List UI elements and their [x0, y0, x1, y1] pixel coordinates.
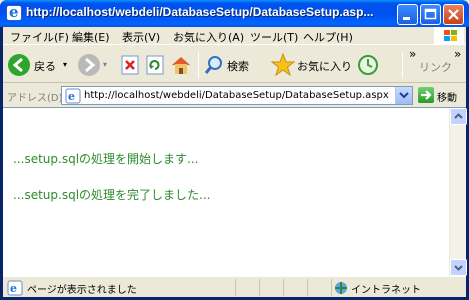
favorites-star-icon — [271, 53, 295, 77]
menu-edit[interactable]: 編集(E) — [72, 29, 110, 45]
menu-tools[interactable]: ツール(T) — [250, 29, 298, 45]
window-client: ファイル(F) 編集(E) 表示(V) お気に入り(A) ツール(T) ヘルプ(… — [3, 27, 467, 297]
links-overflow-chevron[interactable]: » — [454, 47, 461, 61]
stop-button[interactable] — [120, 51, 142, 79]
refresh-button[interactable] — [145, 51, 167, 79]
close-icon — [448, 9, 459, 20]
status-pane-divider — [307, 279, 308, 296]
window-title: http://localhost/webdeli/DatabaseSetup/D… — [26, 5, 374, 19]
forward-dropdown-icon[interactable]: ▾ — [103, 60, 107, 69]
back-label: 戻る — [34, 60, 56, 73]
toolbar-separator — [402, 52, 403, 78]
maximize-button[interactable] — [420, 4, 441, 25]
chevron-up-icon — [454, 113, 463, 119]
home-icon — [172, 57, 190, 74]
back-button[interactable]: 戻る ▾ — [7, 51, 71, 79]
menu-file[interactable]: ファイル(F) — [10, 29, 69, 45]
chevron-down-icon — [399, 92, 409, 99]
address-input[interactable]: e http://localhost/webdeli/DatabaseSetup… — [61, 86, 413, 105]
address-dropdown-button[interactable] — [395, 87, 412, 104]
status-pane-divider — [259, 279, 260, 296]
toolbar-separator — [198, 52, 199, 78]
status-pane-divider — [283, 279, 284, 296]
ie-icon — [6, 3, 22, 21]
minimize-icon — [403, 17, 410, 20]
minimize-button[interactable] — [397, 4, 418, 25]
menu-help[interactable]: ヘルプ(H) — [303, 29, 353, 45]
address-bar: アドレス(D) e http://localhost/webdeli/Datab… — [3, 84, 466, 106]
status-text: ページが表示されました — [27, 285, 137, 296]
browser-window: http://localhost/webdeli/DatabaseSetup/D… — [0, 0, 469, 300]
address-label: アドレス(D) — [7, 93, 63, 104]
history-button[interactable] — [357, 51, 381, 79]
status-message-complete: ...setup.sqlの処理を完了しました... — [13, 188, 211, 202]
intranet-icon — [335, 282, 347, 294]
page-icon: e — [65, 88, 81, 104]
forward-button[interactable]: ▾ — [77, 51, 111, 79]
search-label: 検索 — [227, 60, 249, 73]
security-zone: イントラネット — [351, 285, 421, 296]
svg-text:e: e — [68, 90, 75, 103]
scroll-down-button[interactable] — [450, 259, 467, 276]
back-arrow-icon — [8, 54, 30, 76]
maximize-icon — [424, 8, 437, 20]
title-bar[interactable]: http://localhost/webdeli/DatabaseSetup/D… — [0, 0, 469, 27]
address-url: http://localhost/webdeli/DatabaseSetup/D… — [84, 90, 389, 101]
close-button[interactable] — [443, 4, 464, 25]
status-pane-divider — [235, 279, 236, 296]
status-pane-divider — [331, 279, 332, 296]
search-icon — [204, 56, 222, 74]
go-arrow-icon — [421, 90, 432, 100]
refresh-icon — [146, 55, 164, 75]
back-dropdown-icon[interactable]: ▾ — [63, 60, 67, 69]
favorites-label: お気に入り — [297, 60, 352, 73]
home-button[interactable] — [170, 51, 194, 79]
chevron-down-icon — [454, 265, 463, 271]
links-label[interactable]: リンク — [419, 59, 452, 75]
page-content: ...setup.sqlの処理を開始します... ...setup.sqlの処理… — [3, 107, 467, 297]
vertical-scrollbar[interactable] — [449, 108, 467, 276]
menu-bar: ファイル(F) 編集(E) 表示(V) お気に入り(A) ツール(T) ヘルプ(… — [3, 27, 466, 45]
toolbar-overflow-chevron[interactable]: » — [409, 47, 416, 61]
menu-favorites[interactable]: お気に入り(A) — [173, 29, 244, 45]
menu-view[interactable]: 表示(V) — [122, 29, 160, 45]
stop-icon — [121, 55, 139, 75]
status-message-start: ...setup.sqlの処理を開始します... — [13, 152, 199, 166]
favorites-button[interactable]: お気に入り — [271, 51, 352, 79]
forward-arrow-icon — [78, 54, 100, 76]
history-icon — [358, 55, 378, 75]
standard-toolbar: 戻る ▾ ▾ 検索 お気に入り » リンク » — [3, 46, 466, 83]
svg-text:e: e — [10, 282, 17, 295]
go-button[interactable] — [418, 87, 434, 103]
status-bar: e ページが表示されました イントラネット — [3, 276, 466, 297]
go-label[interactable]: 移動 — [437, 89, 457, 104]
page-icon: e — [7, 280, 23, 296]
search-button[interactable]: 検索 — [203, 51, 265, 79]
windows-logo-icon — [434, 27, 464, 45]
scroll-up-button[interactable] — [450, 108, 467, 125]
